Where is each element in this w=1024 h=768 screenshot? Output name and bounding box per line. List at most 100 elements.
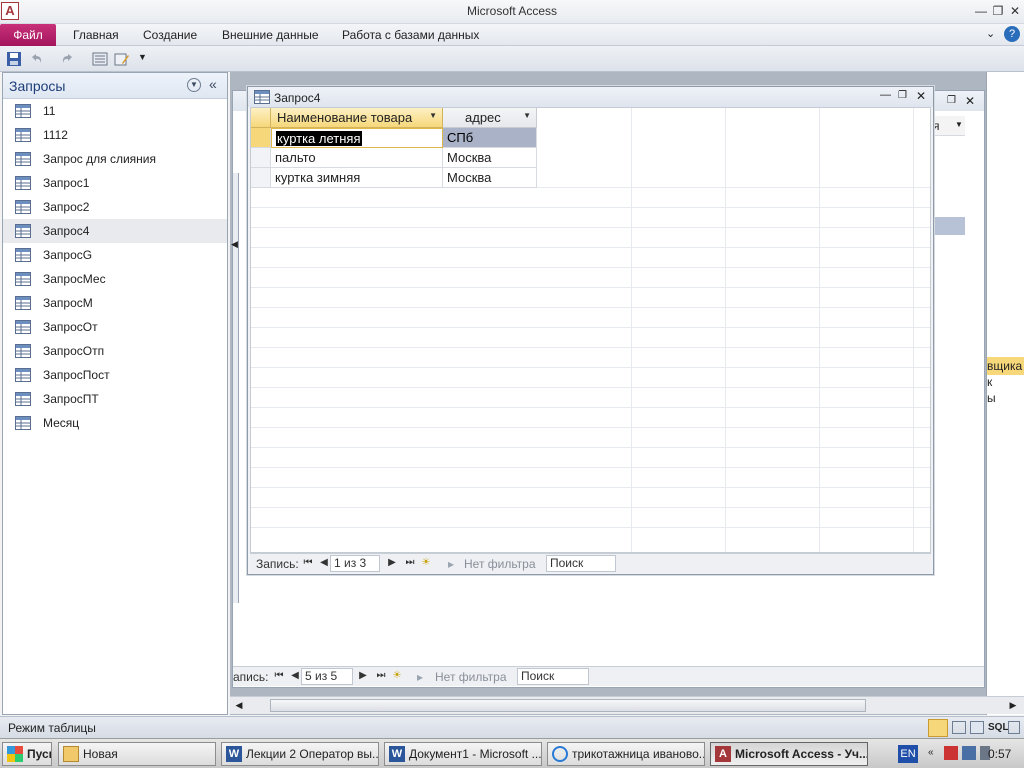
column-filter-dropdown-icon[interactable]: ▼ (523, 111, 531, 120)
bg-last-record-icon[interactable]: ⏭ (375, 669, 387, 683)
language-indicator[interactable]: EN (898, 745, 918, 763)
nav-item-query[interactable]: Запрос2 (3, 195, 227, 219)
bg-dropdown-icon[interactable]: ▼ (955, 120, 963, 129)
sql-view-button[interactable]: SQL (988, 722, 1009, 733)
form-layout-icon[interactable] (92, 51, 108, 67)
search-field[interactable]: Поиск (546, 555, 616, 572)
table-cell[interactable]: Москва (443, 148, 537, 168)
datasheet-view-icon[interactable] (928, 719, 948, 737)
bg-first-record-icon[interactable]: ⏮ (273, 669, 285, 683)
nav-item-query[interactable]: ЗапросОтп (3, 339, 227, 363)
pivot-table-view-icon[interactable] (952, 721, 966, 734)
collapse-nav-icon[interactable]: « (209, 76, 217, 92)
nav-item-query[interactable]: 11 (3, 99, 227, 123)
tab-home[interactable]: Главная (73, 28, 119, 42)
bg-splitter-arrow-icon[interactable]: ◀ (231, 239, 238, 250)
grid-line (251, 487, 930, 488)
bg-restore-icon[interactable]: ❐ (947, 95, 956, 106)
nav-item-query[interactable]: 1112 (3, 123, 227, 147)
nav-item-query[interactable]: ЗапросМ (3, 291, 227, 315)
bg-selected-cell[interactable] (933, 217, 965, 235)
column-header-name[interactable]: Наименование товара ▼ (271, 108, 443, 128)
last-record-icon[interactable]: ⏭ (404, 556, 416, 570)
tab-database-tools[interactable]: Работа с базами данных (342, 28, 479, 42)
first-record-icon[interactable]: ⏮ (302, 556, 314, 570)
bg-new-record-icon[interactable]: ☀ (391, 669, 403, 683)
bg-close-icon[interactable]: ✕ (965, 94, 975, 108)
tab-external-data[interactable]: Внешние данные (222, 28, 319, 42)
scroll-thumb[interactable] (270, 699, 866, 712)
nav-item-query[interactable]: ЗапросМес (3, 267, 227, 291)
taskbar-folder[interactable]: Новая (58, 742, 216, 766)
row-selector[interactable] (251, 148, 271, 168)
bg-next-record-icon[interactable]: ▶ (357, 669, 369, 683)
table-cell[interactable]: куртка летняя (271, 128, 443, 148)
query-icon (15, 152, 31, 166)
row-selector[interactable] (251, 168, 271, 188)
query-close-icon[interactable]: ✕ (916, 89, 926, 103)
table-cell[interactable]: пальто (271, 148, 443, 168)
tab-create[interactable]: Создание (143, 28, 197, 42)
filter-status[interactable]: Нет фильтра (464, 557, 536, 571)
bg-record-position[interactable]: 5 из 5 (301, 668, 353, 685)
clock[interactable]: 0:57 (988, 747, 1011, 761)
query-minimize-icon[interactable]: — (880, 89, 891, 101)
ribbon-collapse-icon[interactable]: ⌄ (986, 27, 995, 40)
bg-splitter[interactable] (233, 173, 239, 603)
taskbar-access[interactable]: A Microsoft Access - Уч... (710, 742, 868, 766)
tray-network-icon[interactable] (962, 746, 976, 760)
new-record-icon[interactable]: ☀ (420, 556, 432, 570)
column-filter-dropdown-icon[interactable]: ▼ (429, 111, 437, 120)
table-cell[interactable]: куртка зимняя (271, 168, 443, 188)
tray-security-icon[interactable] (944, 746, 958, 760)
bg-search-field[interactable]: Поиск (517, 668, 589, 685)
close-button[interactable]: ✕ (1006, 3, 1024, 19)
nav-dropdown-icon[interactable]: ▼ (187, 78, 201, 92)
nav-item-query[interactable]: Месяц (3, 411, 227, 435)
record-position[interactable]: 1 из 3 (330, 555, 380, 572)
scroll-left-icon[interactable]: ◀ (232, 698, 246, 713)
next-record-icon[interactable]: ▶ (386, 556, 398, 570)
nav-item-query[interactable]: Запрос для слияния (3, 147, 227, 171)
query-restore-icon[interactable]: ❐ (898, 90, 907, 101)
help-icon[interactable]: ? (1004, 26, 1020, 42)
save-icon[interactable] (6, 51, 22, 67)
column-header-address[interactable]: адрес ▼ (443, 108, 537, 128)
nav-item-query[interactable]: ЗапросПТ (3, 387, 227, 411)
query-window[interactable]: Запрос4 — ❐ ✕ Наименование товара ▼ адре… (247, 86, 934, 575)
nav-item-query[interactable]: Запрос1 (3, 171, 227, 195)
bg-prev-record-icon[interactable]: ◀ (289, 669, 301, 683)
nav-title[interactable]: Запросы (9, 78, 65, 94)
design-view-icon[interactable] (1008, 721, 1020, 734)
customize-toolbar-icon[interactable]: ▼ (138, 52, 154, 68)
nav-item-query[interactable]: ЗапросG (3, 243, 227, 267)
maximize-button[interactable]: ❐ (989, 3, 1007, 19)
scroll-right-icon[interactable]: ▶ (1006, 698, 1020, 713)
table-cell[interactable]: СПб (443, 128, 537, 148)
table-cell[interactable]: Москва (443, 168, 537, 188)
tab-file[interactable]: Файл (0, 24, 56, 46)
undo-icon[interactable] (28, 51, 44, 67)
row-selector-current[interactable] (251, 128, 271, 148)
edit-form-icon[interactable] (114, 51, 130, 67)
taskbar-word-doc[interactable]: W Лекции 2 Оператор вы... (221, 742, 379, 766)
grid-line (251, 327, 930, 328)
taskbar: Пуск Новая W Лекции 2 Оператор вы... W Д… (0, 738, 1024, 768)
nav-item-query[interactable]: ЗапросОт (3, 315, 227, 339)
taskbar-word-doc[interactable]: W Документ1 - Microsoft ... (384, 742, 542, 766)
prev-record-icon[interactable]: ◀ (318, 556, 330, 570)
horizontal-scrollbar[interactable]: ◀ ▶ (230, 696, 1024, 714)
redo-icon[interactable] (60, 51, 76, 67)
minimize-button[interactable]: — (972, 3, 990, 19)
start-button[interactable]: Пуск (2, 742, 52, 766)
filter-icon[interactable]: ▸ (448, 557, 454, 571)
bg-filter-status[interactable]: Нет фильтра (435, 670, 507, 684)
pivot-chart-view-icon[interactable] (970, 721, 984, 734)
nav-item-query[interactable]: ЗапросПост (3, 363, 227, 387)
bg-filter-icon[interactable]: ▸ (417, 670, 423, 684)
select-all-cell[interactable] (251, 108, 271, 128)
taskbar-browser[interactable]: трикотажница иваново... (547, 742, 705, 766)
nav-item-query-selected[interactable]: Запрос4 (3, 219, 227, 243)
tray-expand-icon[interactable]: « (928, 747, 934, 758)
query-icon (15, 392, 31, 406)
